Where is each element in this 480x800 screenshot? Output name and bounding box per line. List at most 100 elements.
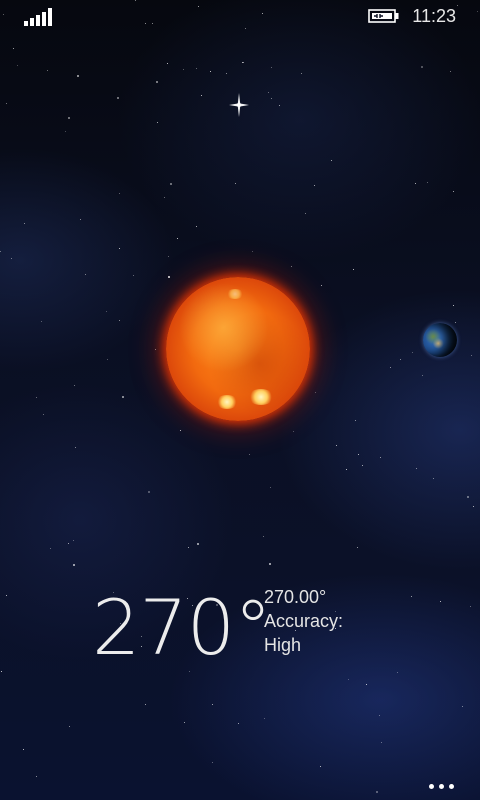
- background-star: [65, 131, 66, 132]
- background-star: [415, 183, 416, 184]
- background-star: [157, 122, 158, 123]
- background-star: [106, 311, 107, 312]
- more-options-button[interactable]: [424, 780, 458, 792]
- background-star: [212, 704, 213, 705]
- background-star: [467, 496, 469, 498]
- background-star: [357, 547, 358, 548]
- background-star: [73, 564, 75, 566]
- background-star: [348, 679, 349, 680]
- background-star: [243, 62, 244, 63]
- background-star: [315, 392, 316, 393]
- background-star: [188, 547, 189, 548]
- background-star: [453, 191, 454, 192]
- background-star: [400, 359, 401, 360]
- background-star: [471, 355, 472, 356]
- background-star: [17, 65, 18, 66]
- background-star: [75, 447, 76, 448]
- heading-degrees: 270°: [92, 583, 272, 672]
- accuracy-value: High: [264, 635, 302, 655]
- background-star: [85, 274, 86, 275]
- background-star: [397, 672, 398, 673]
- background-star: [43, 414, 44, 415]
- background-star: [270, 487, 271, 488]
- background-star: [117, 97, 119, 99]
- background-star: [11, 258, 12, 259]
- background-star: [252, 251, 253, 252]
- background-star: [470, 606, 471, 607]
- background-star: [133, 275, 134, 276]
- background-star: [47, 70, 48, 71]
- background-star: [321, 285, 322, 286]
- background-star: [74, 385, 75, 386]
- background-star: [73, 540, 74, 541]
- background-star: [433, 478, 434, 479]
- signal-strength-icon: [24, 8, 54, 26]
- background-star: [197, 543, 199, 545]
- background-star: [305, 213, 306, 214]
- background-star: [119, 193, 120, 194]
- background-star: [68, 543, 69, 544]
- background-star: [156, 81, 158, 83]
- background-star: [1, 671, 2, 672]
- background-star: [170, 183, 172, 185]
- background-star: [119, 320, 120, 321]
- background-star: [263, 536, 264, 537]
- background-star: [210, 71, 211, 72]
- background-star: [291, 266, 292, 267]
- status-bar: 11:23: [0, 0, 480, 32]
- background-star: [379, 715, 380, 716]
- sun-icon: [166, 277, 310, 421]
- background-star: [196, 68, 197, 69]
- background-star: [68, 117, 70, 119]
- background-star: [6, 103, 7, 104]
- background-star: [450, 71, 451, 72]
- status-clock: 11:23: [412, 6, 456, 26]
- background-star: [212, 762, 213, 763]
- background-star: [0, 251, 1, 252]
- background-star: [269, 563, 271, 565]
- background-star: [196, 226, 197, 227]
- background-star: [427, 182, 428, 183]
- ellipsis-icon: [428, 783, 434, 789]
- background-star: [355, 420, 356, 421]
- background-star: [249, 454, 250, 455]
- background-star: [180, 430, 181, 431]
- background-star: [268, 92, 269, 93]
- background-star: [411, 596, 412, 597]
- background-star: [331, 160, 332, 161]
- background-star: [293, 431, 294, 432]
- background-star: [353, 269, 354, 270]
- background-star: [412, 352, 413, 353]
- background-star: [320, 766, 321, 767]
- background-star: [453, 305, 454, 306]
- background-star: [358, 454, 359, 455]
- background-star: [183, 69, 184, 70]
- background-star: [201, 95, 202, 96]
- battery-charging-icon: [368, 9, 399, 23]
- precise-heading: 270.00°: [264, 587, 327, 607]
- background-star: [366, 684, 367, 685]
- background-star: [145, 704, 146, 705]
- background-star: [271, 67, 272, 68]
- background-star: [41, 321, 42, 322]
- sparkle-star-icon: [229, 93, 249, 117]
- background-star: [381, 742, 382, 743]
- heading-details: 270.00° Accuracy: High: [264, 585, 343, 657]
- background-star: [462, 706, 463, 707]
- background-star: [380, 457, 381, 458]
- background-star: [271, 98, 272, 99]
- background-star: [421, 66, 423, 68]
- background-star: [264, 718, 265, 719]
- background-star: [238, 723, 239, 724]
- background-star: [36, 776, 37, 777]
- background-star: [24, 223, 25, 224]
- sun-compass-screen: 11:23 270° 270.00° Accuracy: High: [0, 0, 480, 800]
- background-star: [376, 791, 378, 793]
- background-star: [422, 375, 423, 376]
- background-star: [346, 469, 347, 470]
- background-star: [235, 183, 236, 184]
- background-star: [50, 548, 51, 549]
- background-star: [226, 73, 227, 74]
- background-star: [301, 73, 302, 74]
- background-star: [168, 276, 170, 278]
